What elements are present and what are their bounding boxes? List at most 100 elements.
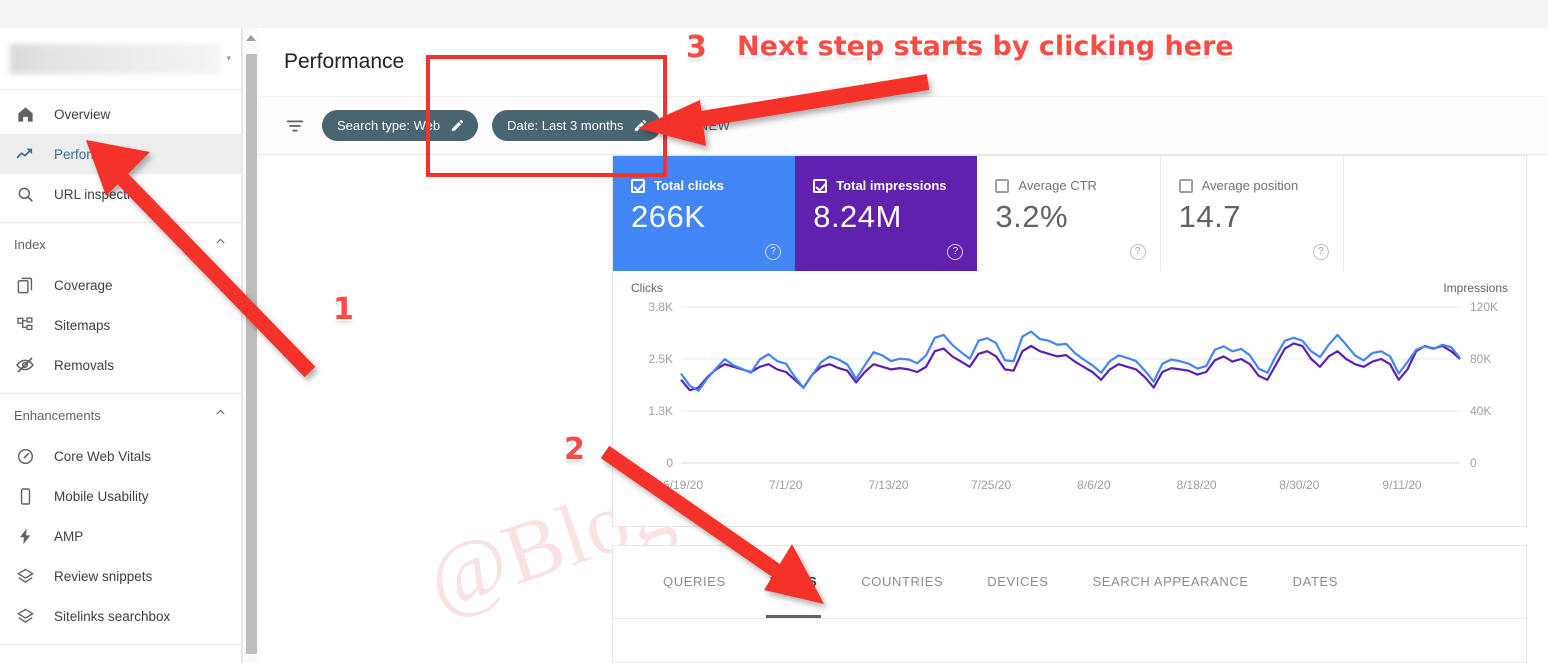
sidebar-item-label: Core Web Vitals <box>54 448 152 464</box>
sidebar-item-removals[interactable]: Removals <box>0 345 241 385</box>
chart-xtick: 9/11/20 <box>1382 478 1421 492</box>
sidebar-item-label: Removals <box>54 357 115 373</box>
sidebar-item-review-snippets[interactable]: Review snippets <box>0 556 241 596</box>
sidebar-scrollbar[interactable] <box>242 28 259 663</box>
chart-xtick: 8/18/20 <box>1177 478 1217 492</box>
chart-ylabel-right: Impressions <box>1443 281 1508 295</box>
sidebar-item-amp[interactable]: AMP <box>0 516 241 556</box>
metric-total-impressions[interactable]: Total impressions 8.24M ? <box>795 156 978 271</box>
metric-label: Total impressions <box>836 178 947 193</box>
metric-value: 266K <box>631 199 706 234</box>
help-icon[interactable]: ? <box>947 244 964 260</box>
page-title: Performance <box>284 50 405 73</box>
sidebar-group-title: Index <box>14 236 46 252</box>
sidebar-item-coverage[interactable]: Coverage <box>0 265 241 305</box>
metric-value: 8.24M <box>813 199 902 234</box>
new-filter-button[interactable]: + NEW <box>681 117 730 134</box>
sidebar-item-core-web-vitals[interactable]: Core Web Vitals <box>0 436 241 476</box>
chart-xtick: 7/25/20 <box>971 478 1011 492</box>
metric-checkbox[interactable] <box>813 178 828 193</box>
sidebar: ▾ Overview Performance URL inspection In… <box>0 28 242 663</box>
pages-icon <box>14 274 36 296</box>
tab-queries[interactable]: QUERIES <box>641 546 748 618</box>
pencil-icon[interactable] <box>450 118 465 133</box>
sidebar-item-url-inspection[interactable]: URL inspection <box>0 174 241 214</box>
chart-ytick-right: 40K <box>1470 404 1491 418</box>
pencil-icon[interactable] <box>633 118 648 133</box>
sidebar-group-title: Enhancements <box>14 407 101 423</box>
speedometer-icon <box>14 445 36 467</box>
metric-empty-slot <box>1343 156 1527 271</box>
content-area: @BlogSuccessJournal Total clicks 266K ? <box>259 155 1548 663</box>
sidebar-item-mobile-usability[interactable]: Mobile Usability <box>0 476 241 516</box>
property-selector[interactable]: ▾ <box>0 28 241 90</box>
new-filter-label: NEW <box>698 118 731 133</box>
metric-cards: Total clicks 266K ? Total impressions 8.… <box>613 156 1527 271</box>
chip-label: Search type: Web <box>337 118 441 133</box>
chart-line-impressions <box>680 342 1461 392</box>
sidebar-item-label: Mobile Usability <box>54 488 149 504</box>
home-icon <box>14 103 36 125</box>
tab-dates[interactable]: DATES <box>1271 546 1360 618</box>
sidebar-item-sitelinks-searchbox[interactable]: Sitelinks searchbox <box>0 596 241 636</box>
bolt-icon <box>14 525 36 547</box>
chart-ytick-right: 80K <box>1470 352 1491 366</box>
sidebar-group-enhancements[interactable]: Enhancements <box>0 394 241 436</box>
sidebar-item-label: AMP <box>54 528 84 544</box>
tab-search-appearance[interactable]: SEARCH APPEARANCE <box>1071 546 1271 618</box>
sidebar-item-label: URL inspection <box>54 186 146 202</box>
help-icon[interactable]: ? <box>1312 244 1329 260</box>
filter-bar: Search type: Web Date: Last 3 months + N… <box>259 97 1548 155</box>
sidebar-item-label: Overview <box>54 106 111 122</box>
sidebar-item-label: Coverage <box>54 277 113 293</box>
mobile-icon <box>14 485 36 507</box>
chevron-up-icon[interactable] <box>214 235 227 251</box>
search-icon <box>14 183 36 205</box>
chart-ytick-right: 120K <box>1470 300 1498 314</box>
chart-xtick: 8/30/20 <box>1279 478 1319 492</box>
performance-chart: Clicks Impressions 0 0 1.3K 40K 2.5K 80K 3.8K 1… <box>613 271 1526 526</box>
chip-search-type[interactable]: Search type: Web <box>322 110 479 141</box>
chevron-up-icon[interactable] <box>214 406 227 422</box>
sidebar-item-sitemaps[interactable]: Sitemaps <box>0 305 241 345</box>
layers-icon <box>14 565 36 587</box>
metric-label: Average position <box>1201 178 1299 193</box>
metric-checkbox[interactable] <box>995 178 1010 193</box>
plus-icon: + <box>681 116 692 135</box>
sidebar-divider <box>0 644 241 645</box>
sidebar-item-label: Review snippets <box>54 568 153 584</box>
metric-label: Average CTR <box>1018 178 1097 193</box>
sidebar-group-index[interactable]: Index <box>0 223 241 265</box>
metric-total-clicks[interactable]: Total clicks 266K ? <box>613 156 796 271</box>
page-header: Performance <box>259 28 1548 97</box>
trending-up-icon <box>14 143 36 165</box>
chart-svg: 0 0 1.3K 40K 2.5K 80K 3.8K 120K 6/19/20 7/1/20 7/1… <box>648 300 1498 492</box>
chart-ytick-left: 2.5K <box>648 352 673 366</box>
chevron-down-icon[interactable]: ▾ <box>226 54 231 63</box>
scrollbar-thumb[interactable] <box>246 54 257 654</box>
metric-checkbox[interactable] <box>631 178 645 193</box>
metric-average-ctr[interactable]: Average CTR 3.2% ? <box>977 156 1161 271</box>
sidebar-item-performance[interactable]: Performance <box>0 134 241 174</box>
tab-devices[interactable]: DEVICES <box>965 546 1070 618</box>
help-icon[interactable]: ? <box>765 244 782 260</box>
chip-date-range[interactable]: Date: Last 3 months <box>492 110 662 141</box>
metric-checkbox[interactable] <box>1178 178 1193 193</box>
sidebar-nav: Overview Performance URL inspection Inde… <box>0 90 241 645</box>
sidebar-item-overview[interactable]: Overview <box>0 94 241 134</box>
metric-average-position[interactable]: Average position 14.7 ? <box>1161 156 1344 271</box>
chip-label: Date: Last 3 months <box>507 118 624 133</box>
help-icon[interactable]: ? <box>1129 244 1146 260</box>
chart-ytick-left: 3.8K <box>648 300 673 314</box>
tabs-divider <box>613 618 1526 619</box>
eye-off-icon <box>14 354 36 376</box>
scroll-up-icon[interactable] <box>246 35 256 41</box>
chart-xtick: 7/13/20 <box>868 478 908 492</box>
chart-ytick-left: 1.3K <box>648 404 673 418</box>
tab-countries[interactable]: COUNTRIES <box>839 546 965 618</box>
tab-pages[interactable]: PAGES <box>748 546 840 618</box>
sidebar-item-label: Sitelinks searchbox <box>54 608 171 624</box>
filter-icon[interactable] <box>284 115 306 137</box>
metric-value: 14.7 <box>1178 199 1241 234</box>
sitemap-icon <box>14 314 36 336</box>
